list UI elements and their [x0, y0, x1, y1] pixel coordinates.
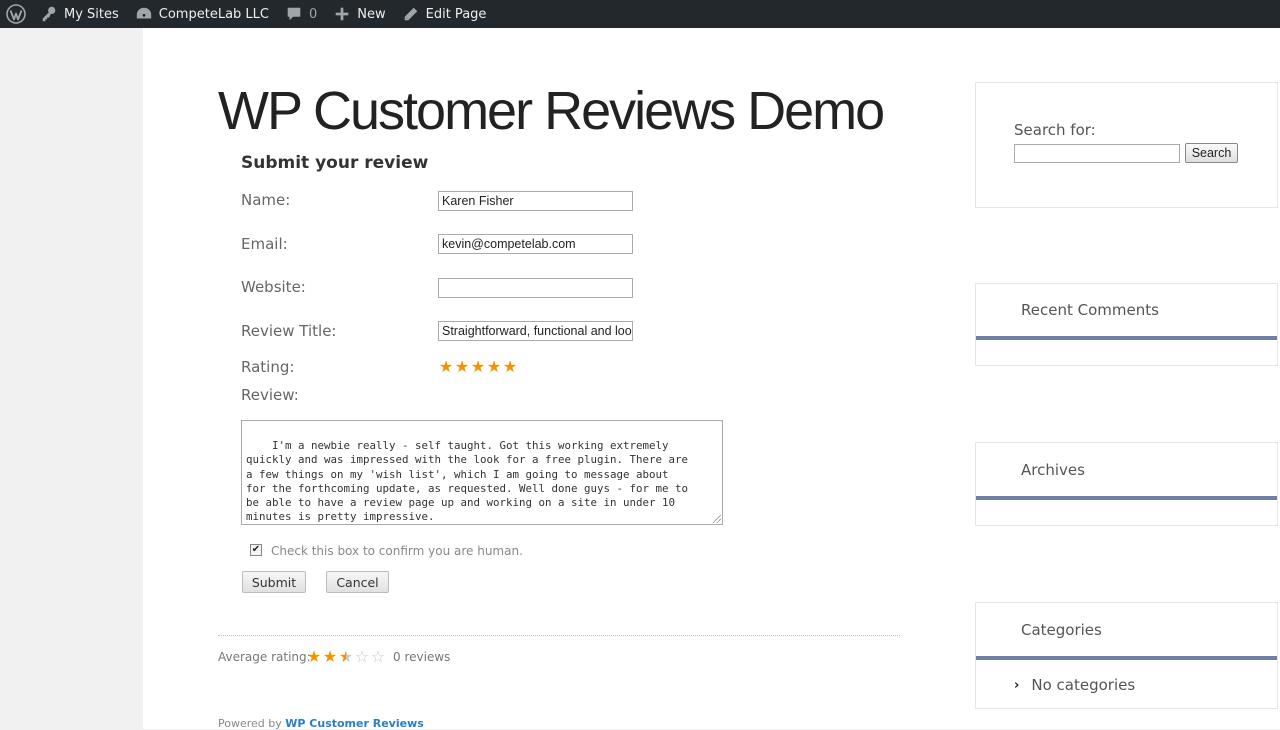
star-icon: ☆: [354, 647, 370, 666]
checkmark-icon: ✔: [251, 544, 261, 555]
powered-by-link[interactable]: WP Customer Reviews: [285, 717, 424, 730]
star-icon: ★: [338, 647, 354, 666]
human-checkbox[interactable]: ✔: [250, 544, 262, 556]
widget-title-bar: [976, 336, 1277, 340]
star-icon: ★: [306, 647, 322, 666]
categories-title: Categories: [1021, 621, 1102, 639]
key-icon: [40, 5, 58, 23]
new-content-menu[interactable]: New: [325, 0, 393, 28]
submit-button[interactable]: Submit: [242, 571, 306, 593]
chevron-right-icon: ›: [1014, 677, 1020, 693]
site-name-label: CompeteLab LLC: [158, 6, 269, 22]
website-label: Website:: [241, 278, 306, 296]
email-label: Email:: [241, 235, 288, 253]
page-content: WP Customer Reviews Demo Submit your rev…: [143, 28, 1280, 730]
widget-title-bar: [976, 496, 1277, 500]
recent-comments-title: Recent Comments: [1021, 301, 1159, 319]
star-icon[interactable]: ★: [470, 359, 486, 375]
star-icon[interactable]: ★: [486, 359, 502, 375]
categories-widget: Categories › No categories: [975, 602, 1278, 709]
reviews-count: 0 reviews: [393, 650, 451, 664]
average-rating-label: Average rating:: [218, 650, 311, 664]
comment-icon: [285, 5, 303, 23]
rating-stars[interactable]: ★ ★ ★ ★ ★: [438, 359, 518, 375]
rating-label: Rating:: [241, 358, 295, 376]
my-sites-label: My Sites: [64, 6, 119, 22]
archives-widget: Archives: [975, 442, 1278, 526]
email-input[interactable]: kevin@competelab.com: [438, 234, 633, 254]
star-icon: ★: [322, 647, 338, 666]
admin-bar: My Sites CompeteLab LLC 0 New Edit Page: [0, 0, 1280, 28]
review-textarea[interactable]: I'm a newbie really - self taught. Got t…: [241, 420, 723, 525]
no-categories-item: › No categories: [1014, 676, 1135, 694]
widget-title-bar: [976, 656, 1277, 660]
search-widget: Search for: Search: [975, 82, 1278, 208]
search-input[interactable]: [1014, 144, 1180, 163]
plus-icon: [333, 5, 351, 23]
wordpress-logo-menu[interactable]: [0, 0, 32, 28]
name-input[interactable]: Karen Fisher: [438, 191, 633, 211]
powered-by: Powered by WP Customer Reviews: [218, 717, 424, 730]
star-icon[interactable]: ★: [454, 359, 470, 375]
resize-handle[interactable]: [713, 515, 721, 523]
star-icon: ☆: [370, 647, 386, 666]
form-heading: Submit your review: [241, 153, 429, 173]
human-check-label: Check this box to confirm you are human.: [271, 544, 523, 558]
star-icon[interactable]: ★: [502, 359, 518, 375]
comments-menu[interactable]: 0: [277, 0, 325, 28]
search-label: Search for:: [1014, 121, 1096, 139]
my-sites-menu[interactable]: My Sites: [32, 0, 127, 28]
site-name-menu[interactable]: CompeteLab LLC: [127, 0, 277, 28]
review-title-label: Review Title:: [241, 322, 337, 340]
no-categories-label: No categories: [1031, 676, 1136, 694]
edit-page-label: Edit Page: [425, 6, 487, 22]
review-title-input[interactable]: Straightforward, functional and lool: [438, 321, 633, 341]
cancel-button[interactable]: Cancel: [326, 571, 389, 593]
comments-count: 0: [308, 6, 318, 22]
dashboard-icon: [135, 5, 153, 23]
site-title[interactable]: WP Customer Reviews Demo: [218, 80, 885, 142]
search-button[interactable]: Search: [1185, 143, 1238, 163]
name-label: Name:: [241, 191, 291, 209]
edit-page-menu[interactable]: Edit Page: [394, 0, 495, 28]
wordpress-icon: [6, 4, 26, 24]
review-text: I'm a newbie really - self taught. Got t…: [246, 439, 689, 524]
new-label: New: [357, 6, 386, 22]
star-icon[interactable]: ★: [438, 359, 454, 375]
average-rating-stars: ★ ★ ★ ☆ ☆: [306, 649, 386, 665]
archives-title: Archives: [1021, 461, 1085, 479]
divider: [218, 635, 900, 636]
pencil-icon: [402, 5, 420, 23]
review-label: Review:: [241, 386, 299, 404]
recent-comments-widget: Recent Comments: [975, 283, 1278, 366]
powered-by-prefix: Powered by: [218, 717, 282, 730]
website-input[interactable]: [438, 278, 633, 298]
